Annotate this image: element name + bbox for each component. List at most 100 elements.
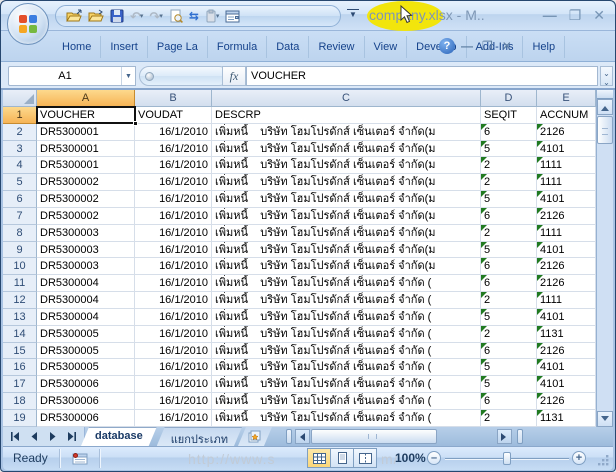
cell-a11[interactable]: DR5300004 <box>37 275 135 292</box>
cell-c4[interactable]: เพิ่มหนี้ บริษัท โฮมโปรดักส์ เซ็นเตอร์ จ… <box>212 157 481 174</box>
macro-record-button[interactable] <box>67 449 93 468</box>
cell-c18[interactable]: เพิ่มหนี้ บริษัท โฮมโปรดักส์ เซ็นเตอร์ จ… <box>212 393 481 410</box>
insert-function-button[interactable]: fx <box>222 66 246 86</box>
cell-a5[interactable]: DR5300002 <box>37 174 135 191</box>
cell-d3[interactable]: 5 <box>481 141 537 158</box>
cell-d6[interactable]: 5 <box>481 191 537 208</box>
open-folder-icon[interactable] <box>64 7 84 25</box>
vertical-split-handle[interactable] <box>597 90 613 99</box>
cell-b7[interactable]: 16/1/2010 <box>135 208 212 225</box>
cell-e12[interactable]: 1111 <box>537 292 596 309</box>
cell-b16[interactable]: 16/1/2010 <box>135 359 212 376</box>
zoom-out-button[interactable]: – <box>427 451 441 465</box>
cell-d10[interactable]: 6 <box>481 258 537 275</box>
resize-grip-icon[interactable] <box>597 454 610 467</box>
cell-e15[interactable]: 2126 <box>537 343 596 360</box>
horizontal-scroll-track[interactable] <box>438 429 496 444</box>
vertical-scrollbar[interactable] <box>596 90 613 427</box>
qat-customize-button[interactable]: ▼ <box>347 9 359 19</box>
next-sheet-button[interactable] <box>45 430 61 444</box>
cell-b12[interactable]: 16/1/2010 <box>135 292 212 309</box>
cell-a12[interactable]: DR5300004 <box>37 292 135 309</box>
insert-worksheet-tab[interactable] <box>238 427 272 446</box>
scroll-down-button[interactable] <box>597 411 613 427</box>
row-header-4[interactable]: 4 <box>3 157 37 174</box>
page-break-preview-button[interactable] <box>353 448 377 468</box>
cell-a16[interactable]: DR5300005 <box>37 359 135 376</box>
close-button[interactable]: ✕ <box>593 6 605 24</box>
cell-a13[interactable]: DR5300004 <box>37 309 135 326</box>
scroll-right-button[interactable] <box>497 429 512 444</box>
row-header-11[interactable]: 11 <box>3 275 37 292</box>
cell-b5[interactable]: 16/1/2010 <box>135 174 212 191</box>
cell-b8[interactable]: 16/1/2010 <box>135 225 212 242</box>
cell-c14[interactable]: เพิ่มหนี้ บริษัท โฮมโปรดักส์ เซ็นเตอร์ จ… <box>212 326 481 343</box>
cell-c8[interactable]: เพิ่มหนี้ บริษัท โฮมโปรดักส์ เซ็นเตอร์ จ… <box>212 225 481 242</box>
vertical-scroll-thumb[interactable] <box>597 116 613 144</box>
row-header-6[interactable]: 6 <box>3 191 37 208</box>
previous-sheet-button[interactable] <box>26 430 42 444</box>
ribbon-tab-view[interactable]: View <box>365 36 408 58</box>
cell-a19[interactable]: DR5300006 <box>37 410 135 427</box>
ribbon-tab-data[interactable]: Data <box>267 36 309 58</box>
cell-c1[interactable]: DESCRP <box>212 107 481 124</box>
cell-e9[interactable]: 4101 <box>537 242 596 259</box>
redo-icon[interactable]: ↷▾ <box>147 7 164 25</box>
cell-d17[interactable]: 5 <box>481 376 537 393</box>
cell-c9[interactable]: เพิ่มหนี้ บริษัท โฮมโปรดักส์ เซ็นเตอร์ จ… <box>212 242 481 259</box>
cell-c11[interactable]: เพิ่มหนี้ บริษัท โฮมโปรดักส์ เซ็นเตอร์ จ… <box>212 275 481 292</box>
scroll-left-button[interactable] <box>295 429 310 444</box>
row-header-9[interactable]: 9 <box>3 242 37 259</box>
cell-d15[interactable]: 6 <box>481 343 537 360</box>
sheet-tab-active[interactable]: database <box>81 427 157 446</box>
cell-c12[interactable]: เพิ่มหนี้ บริษัท โฮมโปรดักส์ เซ็นเตอร์ จ… <box>212 292 481 309</box>
workbook-minimize-button[interactable]: — <box>461 38 473 54</box>
cell-b4[interactable]: 16/1/2010 <box>135 157 212 174</box>
cell-e10[interactable]: 2126 <box>537 258 596 275</box>
scroll-up-button[interactable] <box>597 99 613 115</box>
cell-b10[interactable]: 16/1/2010 <box>135 258 212 275</box>
cell-b18[interactable]: 16/1/2010 <box>135 393 212 410</box>
cell-d18[interactable]: 6 <box>481 393 537 410</box>
row-header-1[interactable]: 1 <box>3 107 37 124</box>
row-header-19[interactable]: 19 <box>3 410 37 427</box>
paste-options-icon[interactable]: ▾ <box>203 7 222 25</box>
cell-d4[interactable]: 2 <box>481 157 537 174</box>
row-header-5[interactable]: 5 <box>3 174 37 191</box>
cell-e2[interactable]: 2126 <box>537 124 596 141</box>
workbook-close-button[interactable]: ✕ <box>502 38 512 54</box>
ribbon-tab-home[interactable]: Home <box>53 36 101 58</box>
cell-c7[interactable]: เพิ่มหนี้ บริษัท โฮมโปรดักส์ เซ็นเตอร์ จ… <box>212 208 481 225</box>
workbook-restore-button[interactable]: ❐ <box>482 38 493 54</box>
cell-a14[interactable]: DR5300005 <box>37 326 135 343</box>
cell-b13[interactable]: 16/1/2010 <box>135 309 212 326</box>
zoom-in-button[interactable]: + <box>572 451 586 465</box>
cell-b3[interactable]: 16/1/2010 <box>135 141 212 158</box>
last-sheet-button[interactable] <box>64 430 80 444</box>
cell-d8[interactable]: 2 <box>481 225 537 242</box>
cell-a15[interactable]: DR5300005 <box>37 343 135 360</box>
cell-a7[interactable]: DR5300002 <box>37 208 135 225</box>
row-header-3[interactable]: 3 <box>3 141 37 158</box>
row-header-13[interactable]: 13 <box>3 309 37 326</box>
row-header-10[interactable]: 10 <box>3 258 37 275</box>
cell-c3[interactable]: เพิ่มหนี้ บริษัท โฮมโปรดักส์ เซ็นเตอร์ จ… <box>212 141 481 158</box>
zoom-slider-thumb[interactable] <box>503 452 511 465</box>
cell-d19[interactable]: 2 <box>481 410 537 427</box>
column-header-e[interactable]: E <box>537 90 596 107</box>
row-header-14[interactable]: 14 <box>3 326 37 343</box>
paste-dropdown-icon[interactable]: ▾ <box>216 12 220 20</box>
cell-a18[interactable]: DR5300006 <box>37 393 135 410</box>
cell-d16[interactable]: 5 <box>481 359 537 376</box>
undo-icon[interactable]: ↶▾ <box>128 7 145 25</box>
column-header-c[interactable]: C <box>212 90 481 107</box>
form-icon[interactable] <box>223 7 242 25</box>
cell-e17[interactable]: 4101 <box>537 376 596 393</box>
row-header-17[interactable]: 17 <box>3 376 37 393</box>
cell-c5[interactable]: เพิ่มหนี้ บริษัท โฮมโปรดักส์ เซ็นเตอร์ จ… <box>212 174 481 191</box>
cell-b14[interactable]: 16/1/2010 <box>135 326 212 343</box>
formula-bar-splitter[interactable] <box>139 66 229 86</box>
row-header-16[interactable]: 16 <box>3 359 37 376</box>
print-preview-icon[interactable] <box>167 7 185 25</box>
cell-c15[interactable]: เพิ่มหนี้ บริษัท โฮมโปรดักส์ เซ็นเตอร์ จ… <box>212 343 481 360</box>
